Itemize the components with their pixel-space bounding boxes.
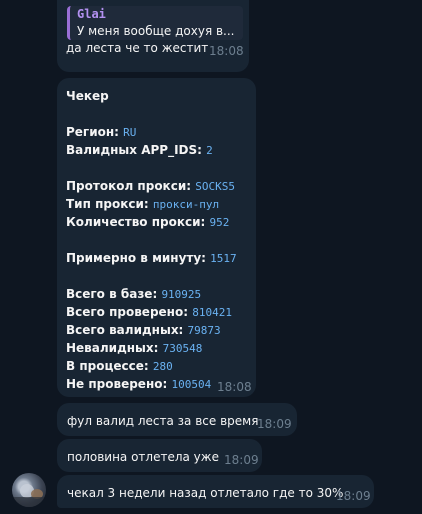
- checker-title: Чекер: [66, 89, 109, 103]
- checker-message-bubble[interactable]: Чекер Регион: RU Валидных APP_IDS: 2 Про…: [57, 78, 256, 397]
- message-bubble[interactable]: Glai У меня вообще дохуя в... да леста ч…: [57, 0, 249, 72]
- proxy-protocol-line: Протокол прокси: SOCKS5: [66, 177, 237, 195]
- total-db-line: Всего в базе: 910925: [66, 285, 237, 303]
- total-checked-label: Всего проверено:: [66, 305, 189, 319]
- message-time: 18:09: [224, 453, 259, 467]
- proxy-type-value: прокси-пул: [152, 198, 220, 211]
- message-text: да леста че то жестит: [66, 41, 209, 55]
- total-valid-line: Всего валидных: 79873: [66, 321, 237, 339]
- proxy-count-value: 952: [209, 216, 230, 229]
- total-valid-value: 79873: [187, 324, 221, 337]
- region-label: Регион:: [66, 125, 119, 139]
- proxy-protocol-value: SOCKS5: [195, 180, 235, 193]
- message-bubble[interactable]: фул валид леста за все время 18:09: [57, 403, 297, 436]
- not-checked-label: Не проверено:: [66, 377, 168, 391]
- proxy-type-line: Тип прокси: прокси-пул: [66, 195, 237, 213]
- region-value: RU: [123, 126, 137, 139]
- reply-text: У меня вообще дохуя в...: [77, 24, 235, 38]
- total-valid-label: Всего валидных:: [66, 323, 184, 337]
- not-checked-line: Не проверено: 100504: [66, 375, 237, 393]
- message-time: 18:08: [217, 380, 252, 394]
- app-ids-value: 2: [206, 144, 213, 157]
- proxy-protocol-label: Протокол прокси:: [66, 179, 192, 193]
- total-db-value: 910925: [161, 288, 202, 301]
- invalid-label: Невалидных:: [66, 341, 159, 355]
- reply-quote[interactable]: Glai У меня вообще дохуя в...: [67, 6, 243, 40]
- per-minute-value: 1517: [210, 252, 237, 265]
- message-bubble[interactable]: половина отлетела уже 18:09: [57, 439, 262, 472]
- total-checked-line: Всего проверено: 810421: [66, 303, 237, 321]
- proxy-type-label: Тип прокси:: [66, 197, 149, 211]
- in-progress-label: В процессе:: [66, 359, 149, 373]
- region-line: Регион: RU: [66, 123, 237, 141]
- per-minute-line: Примерно в минуту: 1517: [66, 249, 237, 267]
- app-ids-label: Валидных APP_IDS:: [66, 143, 202, 157]
- per-minute-label: Примерно в минуту:: [66, 251, 206, 265]
- in-progress-value: 280: [152, 360, 173, 373]
- message-time: 18:09: [336, 489, 371, 503]
- sender-avatar[interactable]: [12, 473, 46, 507]
- not-checked-value: 100504: [171, 378, 212, 391]
- message-text: чекал 3 недели назад отлетало где то 30%: [67, 486, 344, 500]
- app-ids-line: Валидных APP_IDS: 2: [66, 141, 237, 159]
- reply-author: Glai: [77, 7, 106, 21]
- avatar-shape: [12, 497, 46, 507]
- total-checked-value: 810421: [192, 306, 232, 319]
- message-text: фул валид леста за все время: [67, 414, 259, 428]
- invalid-value: 730548: [162, 342, 203, 355]
- message-bubble[interactable]: чекал 3 недели назад отлетало где то 30%…: [57, 475, 374, 508]
- message-text: половина отлетела уже: [67, 450, 219, 464]
- in-progress-line: В процессе: 280: [66, 357, 237, 375]
- proxy-count-label: Количество прокси:: [66, 215, 206, 229]
- message-time: 18:09: [257, 417, 292, 431]
- proxy-count-line: Количество прокси: 952: [66, 213, 237, 231]
- total-db-label: Всего в базе:: [66, 287, 158, 301]
- message-time: 18:08: [209, 44, 244, 58]
- invalid-line: Невалидных: 730548: [66, 339, 237, 357]
